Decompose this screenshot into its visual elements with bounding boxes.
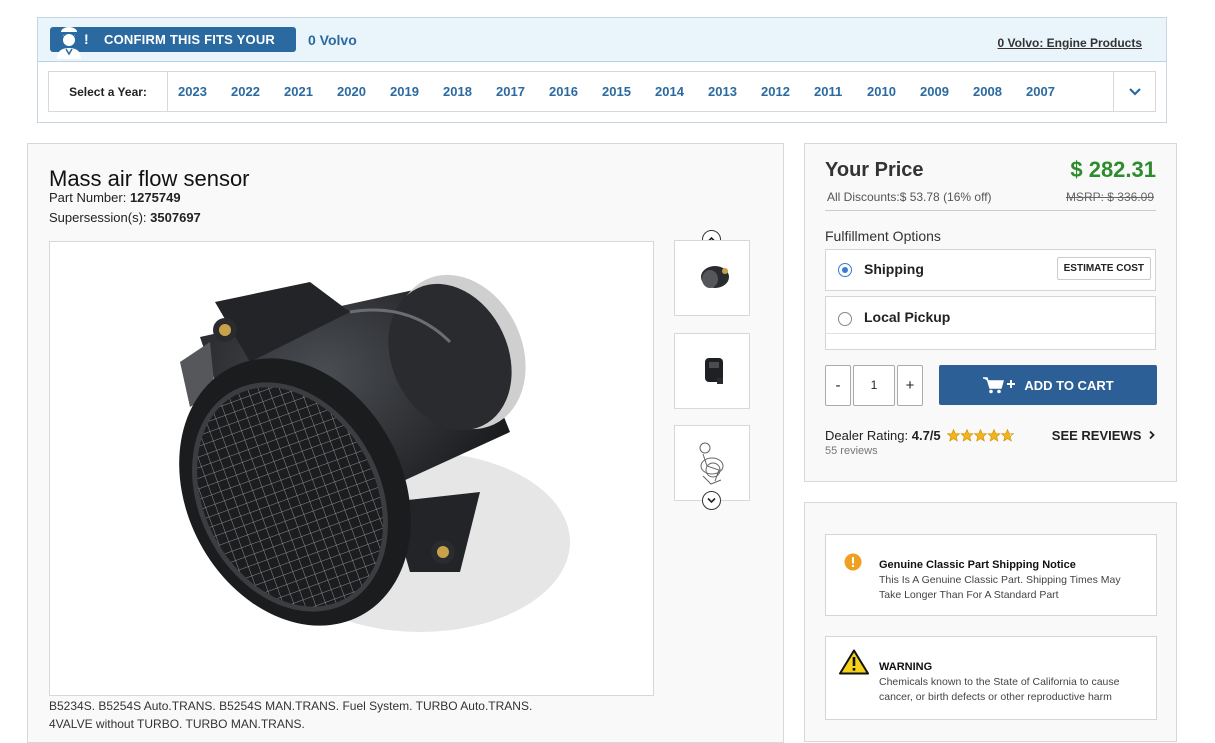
quantity-input[interactable]: 1 — [853, 365, 895, 406]
prop65-warning: WARNING Chemicals known to the State of … — [825, 636, 1157, 720]
product-thumbnail[interactable] — [674, 333, 750, 409]
sensor-thumbnail-2 — [705, 358, 723, 384]
info-circle-icon — [844, 553, 862, 571]
year-option[interactable]: 2010 — [867, 84, 920, 99]
price-panel: Your Price $ 282.31 All Discounts:$ 53.7… — [804, 143, 1177, 482]
year-option[interactable]: 2014 — [655, 84, 708, 99]
star-rating-icon — [947, 429, 1015, 442]
add-to-cart-label: ADD TO CART — [1024, 377, 1114, 393]
shipping-notice-body: This Is A Genuine Classic Part. Shipping… — [879, 574, 1121, 601]
year-expand-button[interactable] — [1113, 72, 1155, 111]
see-reviews-link[interactable]: SEE REVIEWS — [1052, 428, 1156, 443]
local-pickup-label: Local Pickup — [864, 309, 951, 325]
price-value: $ 282.31 — [1070, 157, 1156, 182]
year-option[interactable]: 2021 — [284, 84, 337, 99]
year-option[interactable]: 2022 — [231, 84, 284, 99]
year-option[interactable]: 2017 — [496, 84, 549, 99]
fulfillment-label: Fulfillment Options — [825, 228, 941, 244]
supersession-value: 3507697 — [150, 210, 201, 225]
year-selector: Select a Year: 2023 2022 2021 2020 2019 … — [48, 71, 1156, 112]
product-thumbnail[interactable] — [674, 425, 750, 501]
notice-panel: Genuine Classic Part Shipping Notice Thi… — [804, 502, 1177, 742]
year-option[interactable]: 2013 — [708, 84, 761, 99]
year-list: 2023 2022 2021 2020 2019 2018 2017 2016 … — [168, 84, 1079, 99]
chevron-down-icon — [1128, 87, 1141, 96]
product-description: B5234S. B5254S Auto.TRANS. B5254S MAN.TR… — [49, 697, 569, 733]
product-panel: Mass air flow sensor Part Number: 127574… — [27, 143, 784, 743]
year-option[interactable]: 2012 — [761, 84, 814, 99]
confirm-fit-badge[interactable]: ! CONFIRM THIS FITS YOUR — [50, 27, 296, 59]
shipping-notice: Genuine Classic Part Shipping Notice Thi… — [825, 534, 1157, 616]
warning-title: WARNING — [879, 661, 933, 673]
dealer-rating-label: Dealer Rating: — [825, 428, 909, 443]
shipping-notice-title: Genuine Classic Part Shipping Notice — [879, 559, 1076, 571]
part-number-value: 1275749 — [129, 190, 181, 205]
year-option[interactable]: 2015 — [602, 84, 655, 99]
selected-vehicle[interactable]: 0 Volvo — [308, 32, 357, 48]
add-to-cart-button[interactable]: ADD TO CART — [939, 365, 1157, 405]
quantity-increase-button[interactable]: + — [897, 365, 923, 406]
warning-triangle-icon — [839, 649, 869, 675]
year-option[interactable]: 2018 — [443, 84, 496, 99]
see-reviews-label: SEE REVIEWS — [1051, 428, 1142, 443]
divider — [826, 333, 1155, 334]
local-pickup-radio[interactable] — [838, 312, 852, 326]
year-option[interactable]: 2023 — [178, 84, 231, 99]
chevron-right-icon — [1149, 430, 1155, 440]
fitment-panel: ! CONFIRM THIS FITS YOUR 0 Volvo 0 Volvo… — [37, 17, 1167, 123]
year-option[interactable]: 2007 — [1026, 84, 1079, 99]
msrp-text: MSRP: $ 336.09 — [1065, 190, 1154, 204]
description-line: B5234S. B5254S Auto.TRANS. B5254S MAN.TR… — [49, 699, 533, 713]
cart-plus-icon — [983, 377, 1016, 394]
year-option[interactable]: 2016 — [549, 84, 602, 99]
supersession-label: Supersession(s): — [49, 210, 147, 225]
year-option[interactable]: 2011 — [814, 84, 867, 99]
supersession: Supersession(s): 3507697 — [49, 210, 201, 225]
estimate-cost-button[interactable]: ESTIMATE COST — [1056, 257, 1151, 280]
alert-icon: ! — [84, 31, 89, 47]
year-option[interactable]: 2009 — [920, 84, 973, 99]
year-option[interactable]: 2020 — [337, 84, 390, 99]
discount-text: All Discounts:$ 53.78 (16% off) — [827, 190, 992, 204]
part-number-label: Part Number: — [49, 190, 127, 205]
quantity-decrease-button[interactable]: - — [825, 365, 851, 406]
dealer-rating-value: 4.7/5 — [911, 428, 941, 443]
your-price-label: Your Price — [825, 159, 924, 181]
part-number: Part Number: 1275749 — [49, 190, 181, 205]
mass-air-flow-sensor-image — [179, 274, 570, 632]
local-pickup-option[interactable]: Local Pickup — [825, 296, 1156, 350]
divider — [825, 210, 1156, 211]
year-option[interactable]: 2019 — [390, 84, 443, 99]
thumb-scroll-down-button[interactable] — [702, 491, 721, 510]
chevron-down-icon — [707, 497, 716, 504]
product-main-image[interactable] — [49, 241, 654, 696]
shipping-option[interactable]: Shipping ESTIMATE COST — [825, 249, 1156, 291]
reviews-count: 55 reviews — [825, 445, 878, 457]
confirm-fit-label: CONFIRM THIS FITS YOUR — [104, 32, 275, 47]
year-selector-label: Select a Year: — [49, 72, 168, 111]
product-title: Mass air flow sensor — [49, 166, 250, 191]
engine-products-link[interactable]: 0 Volvo: Engine Products — [998, 36, 1142, 50]
product-thumbnail[interactable] — [674, 240, 750, 316]
fitment-header: ! CONFIRM THIS FITS YOUR 0 Volvo 0 Volvo… — [38, 18, 1166, 62]
shipping-label: Shipping — [864, 261, 924, 277]
sensor-thumbnail-1 — [701, 266, 729, 288]
description-line: 4VALVE without TURBO. TURBO MAN.TRANS. — [49, 717, 305, 731]
year-option[interactable]: 2008 — [973, 84, 1026, 99]
shipping-radio[interactable] — [838, 263, 852, 277]
mechanic-icon — [57, 27, 81, 59]
dealer-rating: Dealer Rating: 4.7/5 — [825, 428, 1015, 443]
warning-body: Chemicals known to the State of Californ… — [879, 676, 1120, 703]
